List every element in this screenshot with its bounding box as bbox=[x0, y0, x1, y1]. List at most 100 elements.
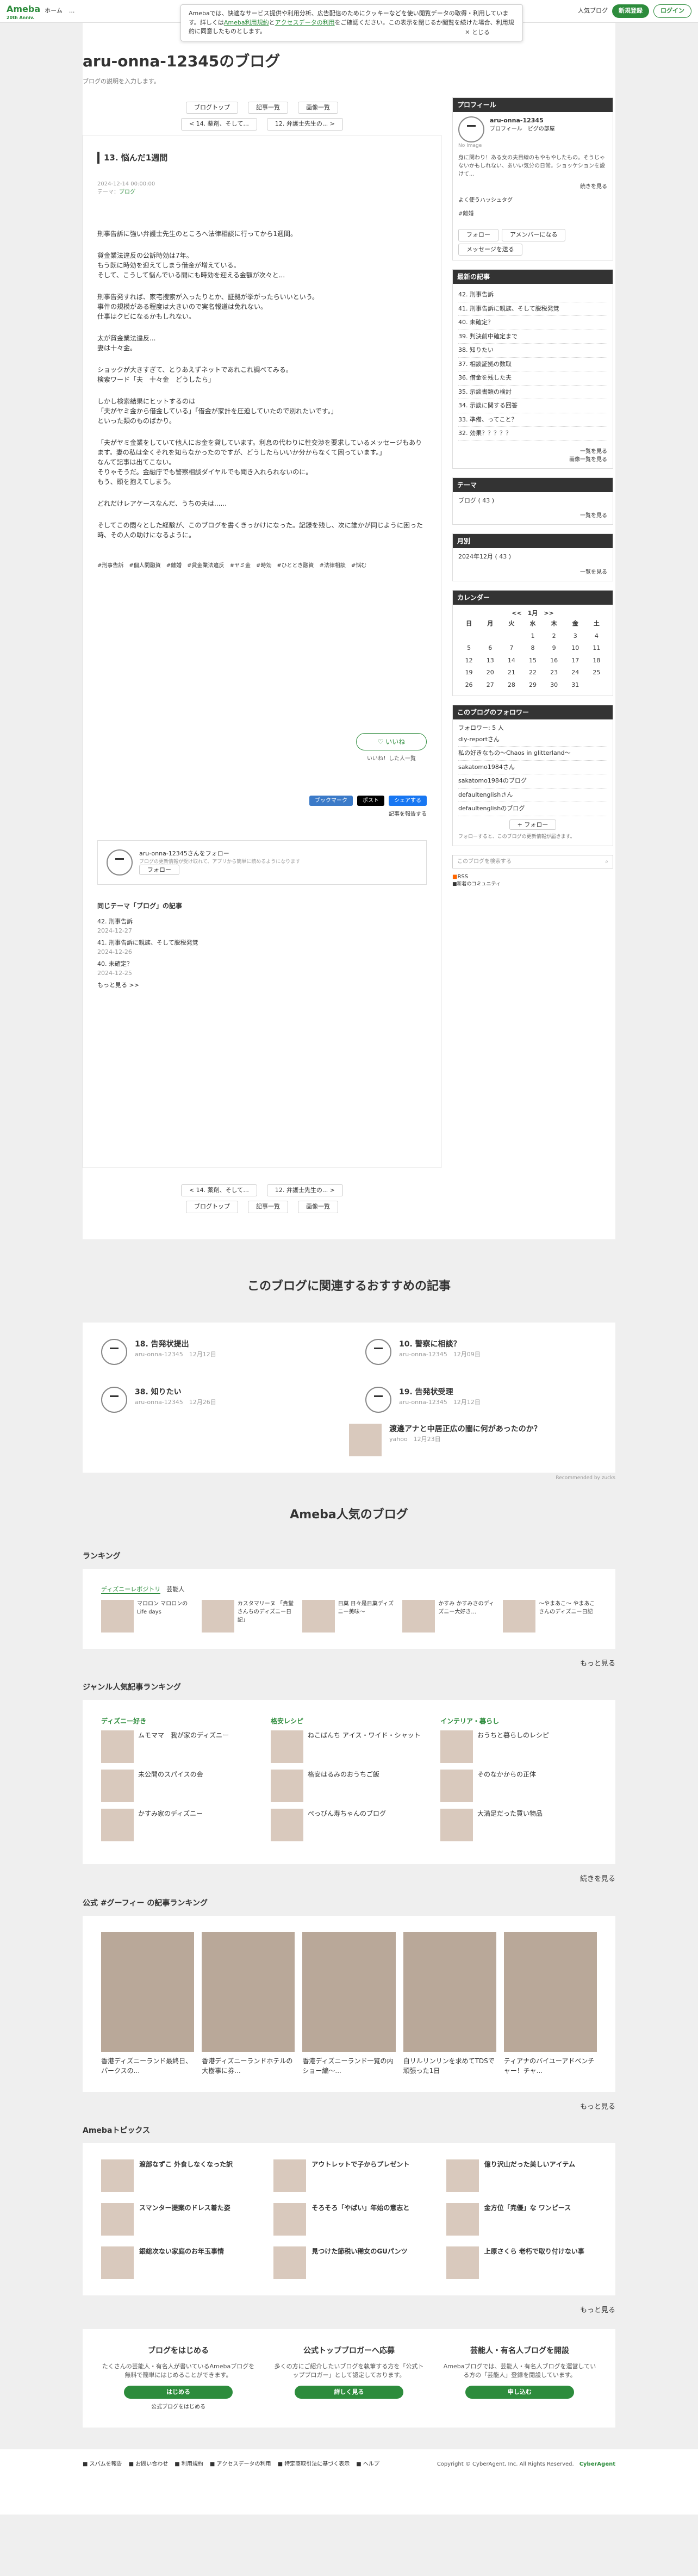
x-post-button[interactable]: ポスト bbox=[357, 796, 384, 806]
message-button[interactable]: メッセージを送る bbox=[458, 243, 522, 256]
cta-button[interactable]: 詳しく見る bbox=[295, 2385, 403, 2399]
rec-item[interactable]: 38. 知りたい aru-onna-12345 12月26日 bbox=[101, 1386, 333, 1413]
signup-button[interactable]: 新規登録 bbox=[612, 4, 649, 18]
cal-day[interactable]: 28 bbox=[501, 679, 522, 692]
ranking-name[interactable]: 日菓 日々是日菓ディズニー美味〜 bbox=[338, 1600, 396, 1632]
cal-day[interactable]: 2 bbox=[544, 630, 565, 643]
profile-links[interactable]: プロフィール ピグの部屋 bbox=[490, 125, 555, 133]
cal-day[interactable]: 24 bbox=[565, 667, 586, 679]
genre-item-title[interactable]: かすみ家のディズニー bbox=[138, 1809, 203, 1841]
hashtag-link[interactable]: #ひととき融資 bbox=[277, 562, 314, 570]
genre-name[interactable]: ディズニー好き bbox=[101, 1716, 258, 1726]
official-title[interactable]: ティアナのバイユーアドベンチャー！チャ... bbox=[504, 2056, 597, 2076]
follower-link[interactable]: defaultenglishさん bbox=[458, 789, 607, 802]
nav-home[interactable]: ホーム bbox=[45, 7, 63, 16]
next-article-link-bottom[interactable]: 12. 弁護士先生の... > bbox=[266, 1184, 344, 1196]
cal-day[interactable]: 16 bbox=[544, 655, 565, 667]
cal-day[interactable]: 23 bbox=[544, 667, 565, 679]
official-title[interactable]: 香港ディズニーランド一覧の内ショー編〜... bbox=[302, 2056, 395, 2076]
topic-item[interactable]: スマンター提案のドレス着た姿 bbox=[101, 2203, 252, 2236]
ranking-item[interactable]: 〜やまあこ〜 やまあこさんのディズニー日記 bbox=[503, 1599, 597, 1632]
genre-item[interactable]: ぺっぴん寿ちゃんのブログ bbox=[271, 1809, 427, 1841]
popular-blog-link[interactable]: 人気ブログ bbox=[578, 7, 608, 16]
topic-item[interactable]: 上原さくら 老朽で取り付けない事 bbox=[446, 2246, 597, 2279]
rec-extra[interactable]: 渡邊アナと中居正広の闇に何があったのか？ yahoo 12月23日 bbox=[349, 1423, 597, 1456]
recent-article-link[interactable]: 36. 借金を残した夫 bbox=[458, 371, 607, 386]
genre-name[interactable]: インテリア・暮らし bbox=[440, 1716, 597, 1726]
tab-disney[interactable]: ディズニーレポジトリ bbox=[101, 1586, 161, 1594]
search-icon[interactable]: ⌕ bbox=[605, 858, 608, 866]
cal-next[interactable]: >> bbox=[544, 610, 553, 617]
genre-item[interactable]: 格安はるみのおうちご飯 bbox=[271, 1770, 427, 1802]
hashtag-link[interactable]: #離婚 bbox=[166, 562, 182, 570]
article-list-button-bottom[interactable]: 記事一覧 bbox=[248, 1201, 288, 1213]
cta-button[interactable]: 申し込む bbox=[465, 2385, 574, 2399]
cta-button[interactable]: はじめる bbox=[124, 2385, 233, 2399]
cal-day[interactable]: 27 bbox=[479, 679, 501, 692]
topic-item[interactable]: そろそろ「やばい」年始の意志と bbox=[273, 2203, 424, 2236]
ranking-name[interactable]: カスタマリーヌ 「貴堂さんちのディズニー日記」 bbox=[238, 1600, 296, 1632]
blog-top-button-bottom[interactable]: ブログトップ bbox=[186, 1201, 238, 1213]
report-link[interactable]: 記事を報告する bbox=[97, 810, 427, 818]
official-article[interactable]: 白リルリンリンを求めてTDSで頑張った1日 bbox=[403, 1932, 496, 2076]
theme-link[interactable]: ブログ bbox=[119, 189, 135, 195]
recent-article-link[interactable]: 40. 未確定？ bbox=[458, 316, 607, 330]
like-list-link[interactable]: いいね！した人一覧 bbox=[356, 755, 427, 763]
genre-item-title[interactable]: そのなかからの正体 bbox=[477, 1770, 536, 1802]
rec-item[interactable]: 10. 警察に相談？ aru-onna-12345 12月09日 bbox=[365, 1338, 597, 1365]
month-item[interactable]: 2024年12月 ( 43 ) bbox=[458, 553, 607, 562]
recent-article-link[interactable]: 37. 相談証拠の数取 bbox=[458, 358, 607, 371]
hashtag-link[interactable]: #法律相談 bbox=[319, 562, 345, 570]
cyberagent-logo[interactable]: CyberAgent bbox=[579, 2461, 615, 2467]
same-theme-item[interactable]: 41. 刑事告訴に親族、そして脱税発覚 2024-12-26 bbox=[97, 939, 427, 957]
recent-article-link[interactable]: 33. 準備、ってこと？ bbox=[458, 413, 607, 427]
amember-button[interactable]: アメンバーになる bbox=[502, 229, 566, 241]
official-title[interactable]: 香港ディズニーランド最終日、パークスの... bbox=[101, 2056, 194, 2076]
topic-title[interactable]: 億り沢山だった美しいアイテム bbox=[484, 2159, 575, 2192]
cal-day[interactable]: 14 bbox=[501, 655, 522, 667]
cal-day[interactable]: 21 bbox=[501, 667, 522, 679]
ranking-more[interactable]: もっと見る bbox=[83, 1659, 615, 1669]
next-article-link[interactable]: 12. 弁護士先生の... > bbox=[266, 118, 344, 131]
hashtag-link[interactable]: #悩む bbox=[351, 562, 366, 570]
ranking-item[interactable]: かすみ かすみさのディズニー大好き... bbox=[402, 1599, 496, 1632]
hashtag-link[interactable]: #時効 bbox=[256, 562, 271, 570]
official-title[interactable]: 白リルリンリンを求めてTDSで頑張った1日 bbox=[403, 2056, 496, 2076]
facebook-share-button[interactable]: シェアする bbox=[389, 796, 427, 806]
cal-day[interactable]: 25 bbox=[586, 667, 607, 679]
cal-day[interactable]: 12 bbox=[458, 655, 479, 667]
ranking-name[interactable]: かすみ かすみさのディズニー大好き... bbox=[438, 1600, 496, 1632]
official-article[interactable]: ティアナのバイユーアドベンチャー！チャ... bbox=[503, 1932, 597, 2076]
hashtag-link[interactable]: #個人間融資 bbox=[129, 562, 160, 570]
official-article[interactable]: 香港ディズニーランド最終日、パークスの... bbox=[101, 1932, 195, 2076]
cal-day[interactable]: 6 bbox=[479, 642, 501, 655]
image-list-button-bottom[interactable]: 画像一覧 bbox=[298, 1201, 338, 1213]
bookmark-button[interactable]: ブックマーク bbox=[309, 796, 353, 806]
access-data-link[interactable]: アクセスデータの利用 bbox=[275, 19, 335, 26]
followers-follow-button[interactable]: + フォロー bbox=[509, 819, 557, 830]
cal-day[interactable]: 29 bbox=[522, 679, 543, 692]
same-theme-item[interactable]: 40. 未確定？ 2024-12-25 bbox=[97, 960, 427, 978]
official-more[interactable]: もっと見る bbox=[83, 2102, 615, 2113]
genre-item-title[interactable]: おうちと暮らしのレシピ bbox=[477, 1730, 549, 1763]
footer-link[interactable]: ■ 特定商取引法に基づく表示 bbox=[278, 2460, 350, 2468]
recent-article-link[interactable]: 32. 効果？？？？？ bbox=[458, 427, 607, 441]
topic-title[interactable]: 銀総次ない家庭のお年玉事情 bbox=[139, 2246, 224, 2279]
cal-day[interactable]: 15 bbox=[522, 655, 543, 667]
topic-title[interactable]: スマンター提案のドレス着た姿 bbox=[139, 2203, 230, 2236]
cal-day[interactable]: 26 bbox=[458, 679, 479, 692]
genre-item[interactable]: 大満足だった買い物品 bbox=[440, 1809, 597, 1841]
blog-top-button[interactable]: ブログトップ bbox=[186, 101, 238, 114]
follower-link[interactable]: 私の好きなもの〜Chaos in glitterland〜 bbox=[458, 747, 607, 761]
cal-day[interactable]: 30 bbox=[544, 679, 565, 692]
official-title[interactable]: 香港ディズニーランドホテルの大樹事に券... bbox=[202, 2056, 295, 2076]
ranking-name[interactable]: 〜やまあこ〜 やまあこさんのディズニー日記 bbox=[539, 1600, 597, 1632]
genre-item[interactable]: ねこぱんち アイス・ワイド・シャット bbox=[271, 1730, 427, 1763]
cal-day[interactable]: 7 bbox=[501, 642, 522, 655]
hashtag-link[interactable]: #ヤミ金 bbox=[230, 562, 251, 570]
same-theme-title[interactable]: 42. 刑事告訴 bbox=[97, 917, 427, 927]
same-theme-more[interactable]: もっと見る >> bbox=[97, 981, 427, 990]
ranking-item[interactable]: 日菓 日々是日菓ディズニー美味〜 bbox=[302, 1599, 396, 1632]
same-theme-item[interactable]: 42. 刑事告訴 2024-12-27 bbox=[97, 917, 427, 935]
genre-item[interactable]: かすみ家のディズニー bbox=[101, 1809, 258, 1841]
